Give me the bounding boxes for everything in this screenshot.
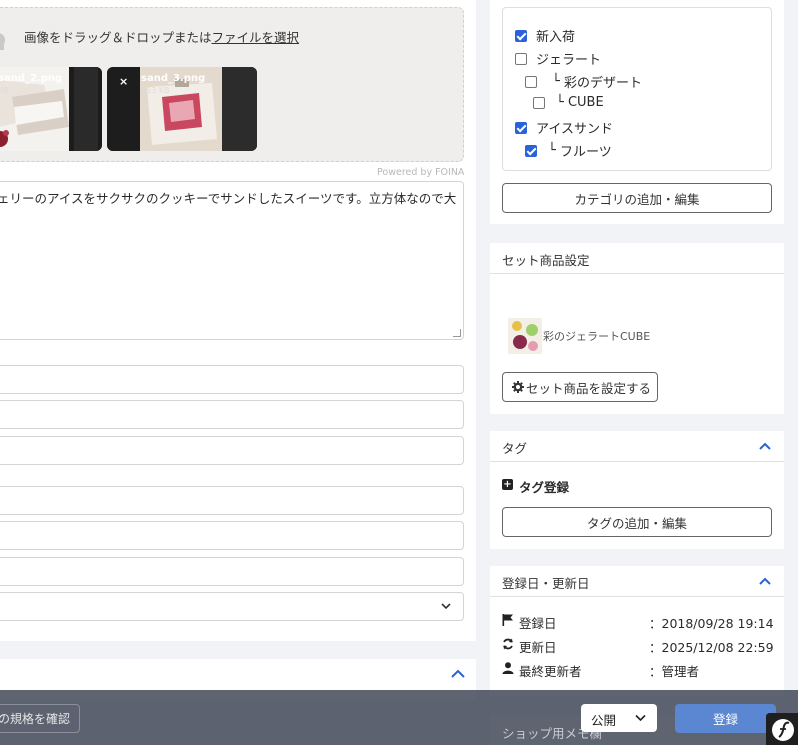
form-input[interactable] (0, 486, 464, 515)
status-value: 公開 (591, 713, 617, 728)
checkbox[interactable] (533, 96, 545, 109)
form-select[interactable] (0, 592, 464, 621)
powered-by: Powered by FOINA (377, 167, 465, 178)
tag-register-label[interactable]: タグ登録 (519, 477, 569, 496)
dropzone-text: 画像をドラッグ＆ドロップまたはファイルを選択 (24, 27, 299, 46)
set-product-card: セット商品設定 彩のジェラートCUBE セット商品を設定する (490, 243, 784, 414)
plus-square-icon[interactable]: + (502, 479, 513, 490)
category-tree: 新入荷 ジェラート └ 彩のデザート └ CUBE アイスサンド └ フルーツ (502, 7, 772, 171)
tag-card: タグ + タグ登録 タグの追加・編集 (490, 431, 784, 549)
info-label: 更新日 (519, 640, 557, 655)
checkbox[interactable] (525, 144, 537, 157)
uploaded-image-thumbnail[interactable]: sand_2.png KB (0, 67, 102, 151)
checkbox[interactable] (515, 121, 527, 134)
checkbox[interactable] (525, 75, 537, 88)
chevron-down-icon (441, 603, 451, 610)
select-file-link[interactable]: ファイルを選択 (212, 30, 300, 45)
category-label: アイスサンド (536, 122, 613, 137)
configure-set-button[interactable]: セット商品を設定する (502, 372, 658, 402)
tree-prefix: └ (548, 143, 560, 158)
chevron-up-icon[interactable] (759, 442, 771, 450)
category-label: CUBE (567, 95, 604, 110)
info-value: ：管理者 (649, 664, 700, 679)
flag-icon (502, 614, 513, 626)
card-header: セット商品設定 (490, 243, 784, 274)
category-label: ジェラート (536, 53, 602, 68)
description-textarea[interactable]: ェリーのアイスをサクサクのクッキーでサンドしたスイーツです。立方体なので大 (0, 181, 464, 340)
registered-date-row: 登録日 ：2018/09/28 19:14 (502, 613, 774, 631)
user-icon (502, 662, 514, 674)
configure-set-label: セット商品を設定する (526, 380, 652, 396)
card-title: 登録日・更新日 (502, 576, 590, 591)
checkbox[interactable] (515, 52, 527, 65)
dropzone-label: 画像をドラッグ＆ドロップまたは (24, 30, 212, 45)
symfony-toolbar-icon[interactable] (766, 713, 798, 745)
set-product-name: 彩のジェラートCUBE (543, 330, 651, 343)
info-label: 登録日 (519, 616, 557, 631)
status-select[interactable]: 公開 (581, 704, 657, 732)
category-item[interactable]: └ CUBE (533, 95, 604, 110)
tree-prefix: └ (552, 74, 564, 89)
file-name: sand_3.png (141, 73, 206, 84)
category-item[interactable]: ジェラート (515, 49, 601, 68)
card-title: セット商品設定 (502, 253, 590, 268)
file-size: KB (0, 86, 9, 95)
chevron-up-icon[interactable] (451, 669, 465, 679)
category-item[interactable]: アイスサンド (515, 118, 613, 137)
category-label: 彩のデザート (563, 76, 642, 91)
form-input[interactable] (0, 365, 464, 394)
cloud-upload-icon (0, 33, 5, 50)
form-input[interactable] (0, 557, 464, 586)
product-thumbnail (508, 318, 542, 354)
info-label: 最終更新者 (519, 664, 582, 679)
category-card: 新入荷 ジェラート └ 彩のデザート └ CUBE アイスサンド └ フルーツ … (490, 0, 784, 224)
dates-card: 登録日・更新日 登録日 ：2018/09/28 19:14 更新日 ：2025/… (490, 566, 784, 696)
edit-category-button[interactable]: カテゴリの追加・編集 (502, 183, 772, 213)
updated-date-row: 更新日 ：2025/12/08 22:59 (502, 637, 774, 655)
form-input[interactable] (0, 521, 464, 550)
chevron-down-icon (635, 714, 646, 722)
register-button[interactable]: 登録 (675, 704, 776, 733)
category-item[interactable]: └ フルーツ (525, 141, 612, 160)
category-label: 新入荷 (536, 30, 576, 45)
chevron-up-icon[interactable] (759, 577, 771, 585)
info-value: ：2025/12/08 22:59 (649, 640, 774, 655)
gear-icon (512, 381, 524, 393)
category-item[interactable]: └ 彩のデザート (525, 72, 642, 91)
remove-image-button[interactable]: × (119, 75, 128, 88)
card-header[interactable]: タグ (490, 431, 784, 462)
refresh-icon (503, 638, 513, 650)
card-title: タグ (502, 441, 528, 456)
check-spec-button[interactable]: の規格を確認 (0, 704, 80, 733)
uploaded-image-thumbnail[interactable]: × sand_3.png 553 KB (107, 67, 257, 151)
category-label: フルーツ (559, 145, 612, 160)
edit-tags-button[interactable]: タグの追加・編集 (502, 507, 772, 537)
form-input[interactable] (0, 436, 464, 465)
category-item[interactable]: 新入荷 (515, 26, 575, 45)
tree-prefix: └ (556, 95, 568, 110)
info-value: ：2018/09/28 19:14 (649, 616, 774, 631)
last-editor-row: 最終更新者 ：管理者 (502, 661, 772, 679)
checkbox[interactable] (515, 29, 527, 42)
form-input[interactable] (0, 400, 464, 429)
resize-handle[interactable] (453, 329, 461, 337)
file-size: 553 KB (141, 86, 170, 95)
file-name: sand_2.png (0, 73, 63, 84)
description-text: ェリーのアイスをサクサクのクッキーでサンドしたスイーツです。立方体なので大 (0, 191, 457, 206)
card-header[interactable]: 登録日・更新日 (490, 566, 784, 597)
